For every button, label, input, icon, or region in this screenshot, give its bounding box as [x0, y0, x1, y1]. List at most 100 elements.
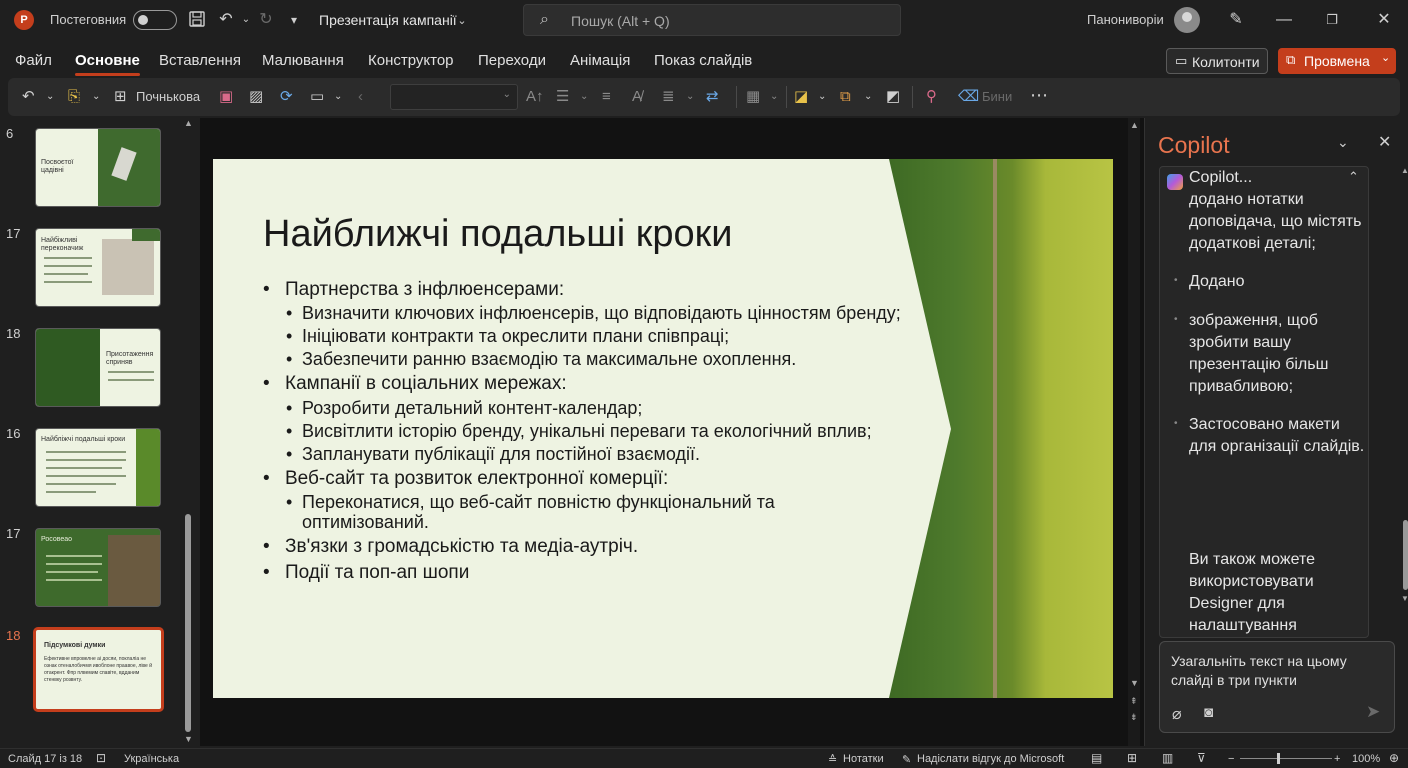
- paste-chevron-icon[interactable]: ⌄: [92, 87, 100, 107]
- clear-format-icon[interactable]: A̸: [632, 87, 642, 107]
- search-box[interactable]: ⌕ Пошук (Alt + Q): [523, 4, 901, 36]
- thumbnails-scrollbar[interactable]: ▲ ▼: [183, 118, 193, 746]
- font-chevron-icon[interactable]: ⌄: [503, 89, 511, 100]
- slide-title[interactable]: Найближчі подальші кроки: [263, 213, 732, 256]
- present-chevron-icon[interactable]: ⌄: [1381, 51, 1390, 64]
- accessibility-icon[interactable]: ⊡: [96, 751, 106, 765]
- picture-icon[interactable]: ▨: [249, 87, 263, 107]
- arrange-icon[interactable]: ⧉: [840, 87, 851, 107]
- autosave-toggle[interactable]: [133, 10, 177, 30]
- bullet-item[interactable]: • Зв'язки з громадськістю та медіа-аутріч…: [263, 536, 638, 558]
- zoom-slider-thumb[interactable]: [1277, 753, 1280, 764]
- scroll-up-icon[interactable]: ▲: [184, 118, 193, 128]
- line-spacing-icon[interactable]: ≣: [662, 87, 675, 107]
- search-input[interactable]: Пошук (Alt + Q): [571, 13, 670, 29]
- zoom-out-icon[interactable]: −: [1228, 753, 1234, 765]
- scroll-down-icon[interactable]: ▼: [1401, 594, 1408, 603]
- section-chevron-icon[interactable]: ⌄: [334, 87, 342, 107]
- fit-to-window-icon[interactable]: ⊕: [1389, 751, 1399, 765]
- tab-slide-show[interactable]: Показ слайдів: [654, 52, 752, 69]
- send-icon[interactable]: ➤: [1366, 702, 1380, 722]
- redo-icon[interactable]: ↻: [256, 10, 276, 30]
- current-slide[interactable]: Найближчі подальші кроки • Партнерства з …: [213, 159, 1113, 698]
- present-button[interactable]: ⧉ Провмена ⌄: [1278, 48, 1396, 74]
- zoom-level[interactable]: 100%: [1352, 753, 1380, 765]
- avatar[interactable]: [1174, 7, 1200, 33]
- tab-home[interactable]: Основне: [75, 52, 140, 76]
- reset-icon[interactable]: ⟳: [280, 87, 293, 107]
- zoom-in-icon[interactable]: +: [1334, 753, 1340, 765]
- scrollbar-thumb[interactable]: [185, 514, 191, 732]
- chevron-left-icon[interactable]: ‹: [358, 87, 363, 107]
- shape-fill-icon[interactable]: ◪: [794, 87, 808, 107]
- eraser-label[interactable]: Бини: [982, 87, 1012, 107]
- tab-animations[interactable]: Анімація: [570, 52, 630, 69]
- slide-sorter-icon[interactable]: ⊞: [1127, 751, 1137, 765]
- undo-icon[interactable]: ↶: [216, 10, 236, 30]
- chevron-down-icon[interactable]: ⌄: [1337, 134, 1349, 151]
- zoom-slider[interactable]: [1240, 753, 1332, 764]
- shape-fill-chevron-icon[interactable]: ⌄: [818, 87, 826, 107]
- previous-slide-icon[interactable]: ⇞: [1130, 696, 1138, 707]
- next-slide-icon[interactable]: ⇟: [1130, 712, 1138, 723]
- reading-view-icon[interactable]: ▥: [1162, 751, 1173, 765]
- arrange-chevron-icon[interactable]: ⌄: [864, 87, 872, 107]
- slide-thumbnail[interactable]: Присотаження сприняв: [35, 328, 161, 407]
- tab-design[interactable]: Конструктор: [368, 52, 454, 69]
- tab-insert[interactable]: Вставлення: [159, 52, 241, 69]
- more-options-icon[interactable]: ⋯: [1030, 85, 1048, 105]
- scroll-down-icon[interactable]: ▼: [1130, 678, 1139, 688]
- notes-button[interactable]: Нотатки: [843, 753, 884, 765]
- bullets-chevron-icon[interactable]: ⌄: [580, 87, 588, 107]
- bullet-item[interactable]: • Запланувати публікації для постійної вз…: [286, 443, 700, 465]
- tab-file[interactable]: Файл: [15, 52, 52, 69]
- bullet-item[interactable]: • Партнерства з інфлюенсерами:: [263, 279, 564, 301]
- slide-thumbnail-selected[interactable]: Підсумкові думки Ефективне впровелне аі …: [34, 628, 163, 711]
- undo-dropdown-chevron-icon[interactable]: ⌄: [236, 10, 256, 30]
- restore-icon[interactable]: ❐: [1322, 10, 1342, 30]
- bullet-item[interactable]: • Забезпечити ранню взаємодію та максимал…: [286, 348, 796, 370]
- scrollbar-thumb[interactable]: [1403, 520, 1408, 590]
- new-slide-icon[interactable]: ⊞: [114, 87, 127, 107]
- slide-thumbnail[interactable]: Найбліжчі подальші кроки: [35, 428, 161, 507]
- camera-icon[interactable]: ◙: [1204, 704, 1213, 721]
- slideshow-view-icon[interactable]: ⊽: [1197, 751, 1206, 765]
- save-icon[interactable]: [187, 10, 207, 30]
- bullet-item[interactable]: • Кампанії в соціальних мережах:: [263, 373, 567, 395]
- slide-thumbnail[interactable]: Найбіжливі переконачиж: [35, 228, 161, 307]
- close-icon[interactable]: ✕: [1374, 10, 1394, 30]
- doc-title-chevron-icon[interactable]: ⌄: [452, 11, 472, 31]
- undo-icon[interactable]: ↶: [22, 87, 35, 107]
- section-icon[interactable]: ▭: [310, 87, 324, 107]
- feedback-button[interactable]: Надіслати відгук до Microsoft: [917, 753, 1064, 765]
- scroll-up-icon[interactable]: ▲: [1401, 166, 1408, 175]
- eraser-icon[interactable]: ⌫: [958, 87, 979, 107]
- bullets-icon[interactable]: ☰: [556, 87, 569, 107]
- bullet-item[interactable]: • Визначити ключових інфлюенсерів, що від…: [286, 302, 901, 324]
- attach-icon[interactable]: ⌀: [1172, 704, 1182, 724]
- copilot-prompt-text[interactable]: Узагальніть текст на цьому слайді в три …: [1171, 652, 1371, 690]
- undo-chevron-icon[interactable]: ⌄: [46, 87, 54, 107]
- slide-thumbnail[interactable]: Росовеао: [35, 528, 161, 607]
- tab-draw[interactable]: Малювання: [262, 52, 344, 69]
- scroll-up-icon[interactable]: ▲: [1130, 120, 1139, 130]
- tab-transitions[interactable]: Переходи: [478, 52, 546, 69]
- comments-button[interactable]: ▭ Колитонти: [1166, 48, 1268, 74]
- paste-icon[interactable]: ⎘: [68, 87, 80, 107]
- convert-smartart-icon[interactable]: ⇄: [706, 87, 719, 107]
- increase-font-icon[interactable]: A↑: [526, 87, 544, 107]
- bullet-item[interactable]: • Переконатися, що веб-сайт повністю функ…: [286, 491, 775, 513]
- format-painter-icon[interactable]: ⚲: [926, 87, 937, 107]
- pen-icon[interactable]: ✎: [1226, 10, 1246, 30]
- line-spacing-chevron-icon[interactable]: ⌄: [686, 87, 694, 107]
- new-slide-label[interactable]: Почнькова: [136, 87, 200, 107]
- bullet-item[interactable]: • Веб-сайт та розвиток електронної комерц…: [263, 468, 668, 490]
- numbering-icon[interactable]: ≡: [602, 87, 611, 107]
- slide-scrollbar[interactable]: ▲ ▼ ⇞ ⇟: [1128, 118, 1140, 746]
- normal-view-icon[interactable]: ▤: [1091, 751, 1102, 765]
- bullet-item[interactable]: • Ініціювати контракти та окреслити плани…: [286, 325, 729, 347]
- bullet-item[interactable]: • Висвітлити історію бренду, унікальні пе…: [286, 420, 872, 442]
- bullet-item-continuation[interactable]: оптимізований.: [302, 511, 429, 533]
- close-icon[interactable]: ✕: [1378, 132, 1391, 152]
- minimize-icon[interactable]: —: [1274, 10, 1294, 30]
